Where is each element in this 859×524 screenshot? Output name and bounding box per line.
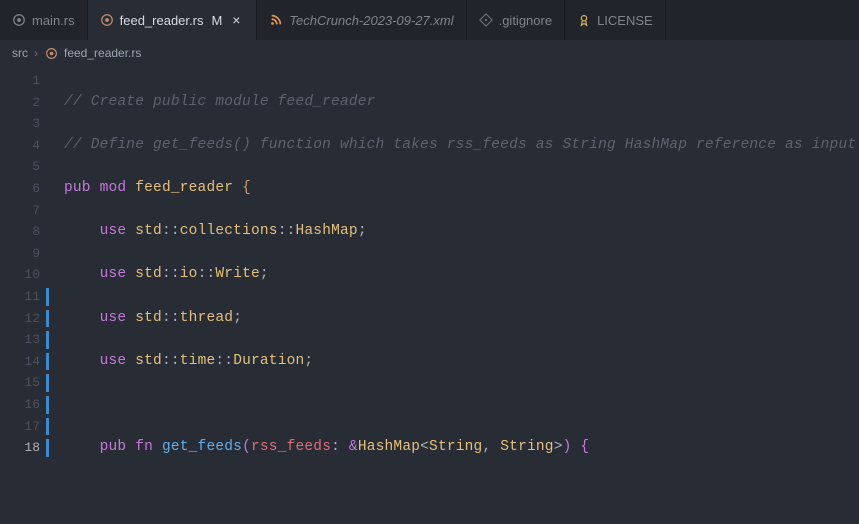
- close-icon[interactable]: ×: [228, 12, 244, 28]
- breadcrumb-file: feed_reader.rs: [64, 46, 141, 60]
- git-icon: [479, 13, 493, 27]
- tab-bar: main.rs feed_reader.rs M × TechCrunch-20…: [0, 0, 859, 40]
- tab-license[interactable]: LICENSE: [565, 0, 666, 40]
- rss-icon: [269, 13, 283, 27]
- line-gutter: 1 2 3 4 5 6 7 8 9 10 11 12 13 14 15 16 1…: [0, 66, 50, 524]
- license-icon: [577, 13, 591, 27]
- code-area[interactable]: // Create public module feed_reader // D…: [50, 66, 859, 524]
- rust-icon: [100, 13, 114, 27]
- breadcrumb-folder: src: [12, 46, 28, 60]
- tab-label: main.rs: [32, 13, 75, 28]
- breadcrumb[interactable]: src › feed_reader.rs: [0, 40, 859, 66]
- rust-icon: [44, 46, 58, 60]
- tab-label: feed_reader.rs: [120, 13, 204, 28]
- tab-feed-reader-rs[interactable]: feed_reader.rs M ×: [88, 0, 258, 40]
- tab-main-rs[interactable]: main.rs: [0, 0, 88, 40]
- tab-techcrunch-xml[interactable]: TechCrunch-2023-09-27.xml: [257, 0, 466, 40]
- tab-label: LICENSE: [597, 13, 653, 28]
- modified-indicator: M: [211, 13, 222, 28]
- code-editor[interactable]: 1 2 3 4 5 6 7 8 9 10 11 12 13 14 15 16 1…: [0, 66, 859, 524]
- tab-gitignore[interactable]: .gitignore: [467, 0, 565, 40]
- chevron-right-icon: ›: [34, 46, 38, 60]
- tab-label: TechCrunch-2023-09-27.xml: [289, 13, 453, 28]
- rust-icon: [12, 13, 26, 27]
- tab-label: .gitignore: [499, 13, 552, 28]
